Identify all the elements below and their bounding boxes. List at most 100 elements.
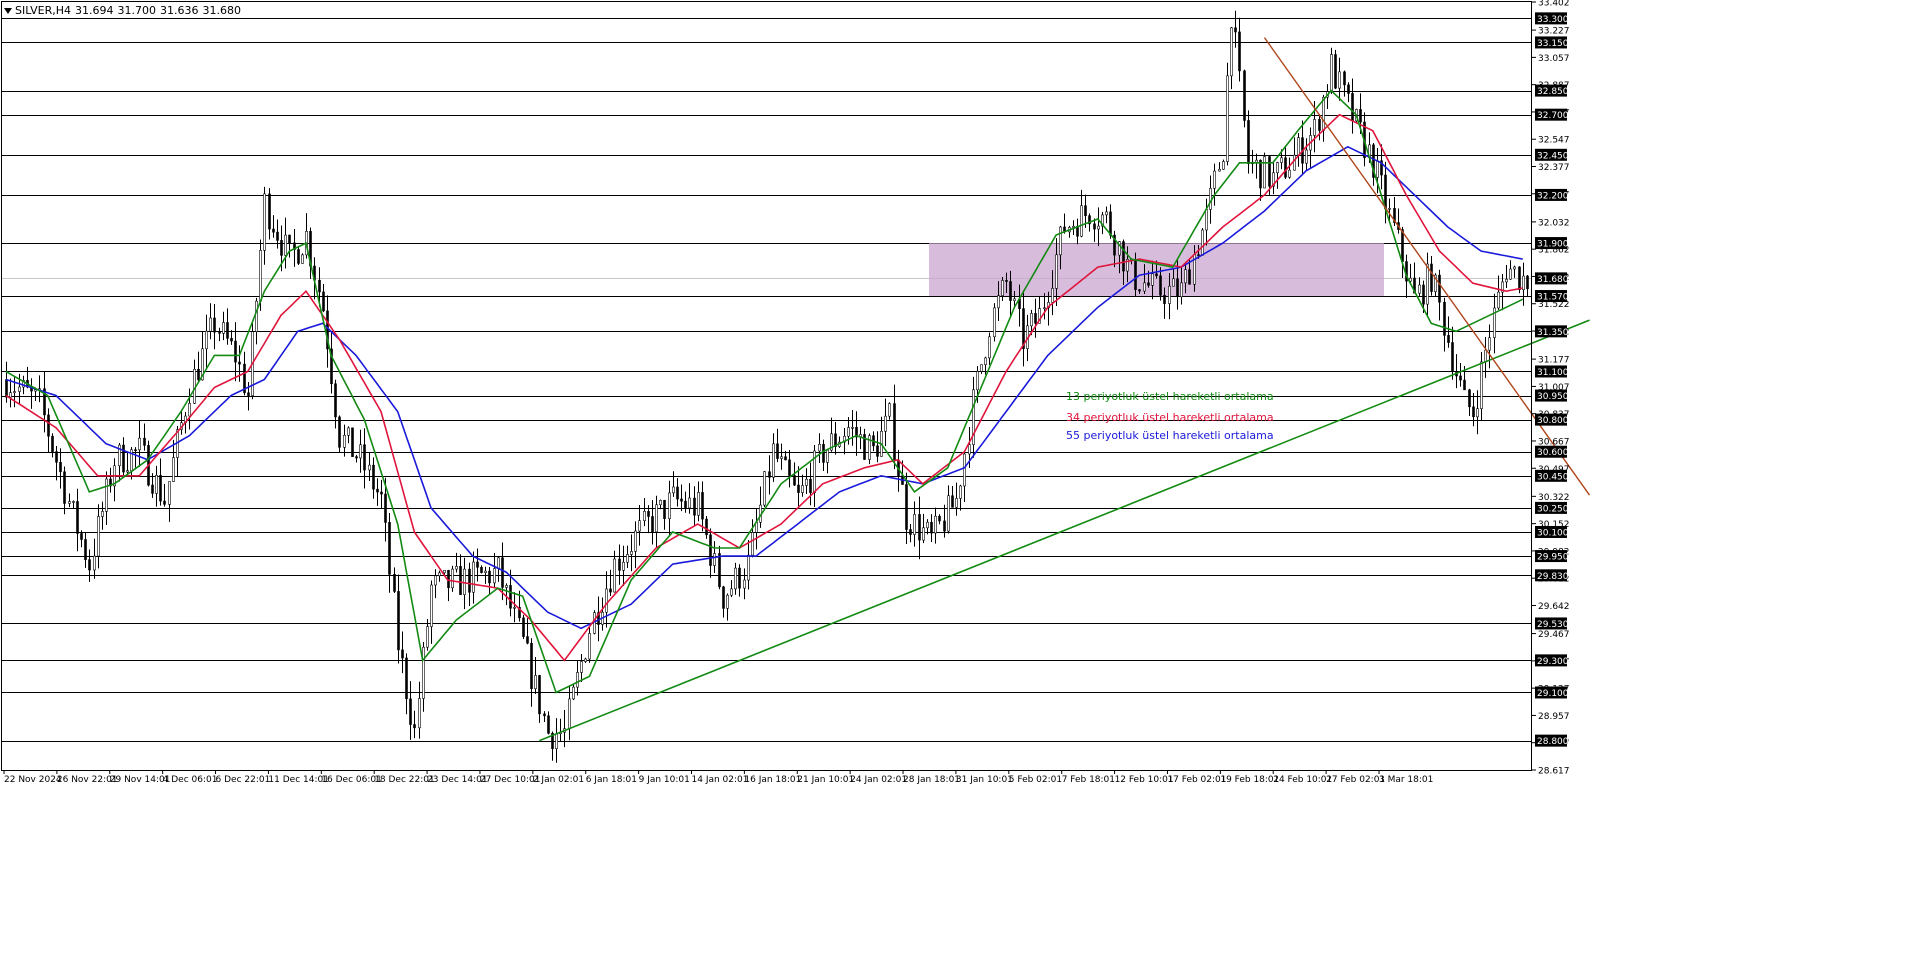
candle-body [547, 715, 550, 734]
candle-body [1330, 54, 1333, 93]
y-tick-label: 32.547 [1538, 136, 1570, 146]
candle-body [1080, 205, 1083, 237]
candle-body [1522, 275, 1525, 290]
candle-body [1505, 278, 1508, 283]
y-tick-label: 32.032 [1538, 218, 1570, 228]
candle-body [976, 371, 979, 391]
candle-body [876, 445, 879, 457]
candle-body [1222, 161, 1225, 170]
candle-body [718, 553, 721, 588]
high-value: 31.700 [117, 4, 157, 17]
candle-body [476, 561, 479, 568]
candle-body [584, 658, 587, 662]
candle-body [455, 566, 458, 570]
candle-body [368, 464, 371, 471]
candle-body [522, 617, 525, 637]
candle-body [968, 444, 971, 455]
x-tick-label: 2 Jan 02:01 [533, 775, 584, 785]
candle-body [776, 443, 779, 459]
candle-body [618, 558, 621, 571]
candle-body [801, 485, 804, 493]
candle-body [543, 713, 546, 717]
candle-body [1226, 75, 1229, 162]
candle-body [1188, 269, 1191, 285]
level-badge-label: 32.850 [1537, 87, 1569, 97]
candle-body [97, 516, 100, 557]
x-tick-label: 11 Dec 14:01 [268, 775, 329, 785]
level-badge-label: 29.830 [1537, 572, 1569, 582]
candle-body [1426, 263, 1429, 305]
candle-body [443, 569, 446, 574]
candle-body [722, 586, 725, 609]
candle-body [76, 501, 79, 534]
x-tick-label: 5 Feb 02:01 [1009, 775, 1062, 785]
candle-body [68, 501, 71, 504]
candle-body [1443, 301, 1446, 336]
candle-body [413, 724, 416, 729]
candle-body [705, 518, 708, 536]
x-tick-label: 7 Feb 18:01 [1062, 775, 1115, 785]
candle-body [788, 459, 791, 476]
candle-body [172, 457, 175, 482]
y-tick-label: 32.377 [1538, 163, 1570, 173]
level-badge-label: 28.800 [1537, 737, 1569, 747]
price-chart[interactable]: 33.40233.22733.05732.88732.71732.54732.3… [0, 0, 1916, 963]
x-tick-label: 22 Nov 2024 [4, 775, 62, 785]
candle-body [5, 379, 8, 398]
candle-body [638, 520, 641, 532]
candle-body [738, 567, 741, 589]
candle-body [1280, 157, 1283, 163]
candle-body [1013, 298, 1016, 301]
candle-body [1313, 119, 1316, 136]
candle-body [468, 568, 471, 593]
candle-body [1343, 71, 1346, 86]
symbol-info-bar[interactable]: SILVER,H4 31.694 31.700 31.636 31.680 [4, 4, 245, 17]
candle-body [1005, 280, 1008, 282]
candle-body [697, 492, 700, 516]
candle-body [963, 453, 966, 487]
candle-body [101, 511, 104, 517]
candle-body [1480, 361, 1483, 410]
candle-body [1268, 156, 1271, 187]
candle-body [688, 497, 691, 509]
candle-body [259, 250, 262, 302]
candle-body [751, 532, 754, 556]
candle-body [613, 558, 616, 593]
level-badge-label: 31.100 [1537, 368, 1569, 378]
candle-body [709, 534, 712, 566]
x-tick-label: 27 Feb 02:01 [1326, 775, 1385, 785]
candle-body [1143, 282, 1146, 292]
candle-body [568, 698, 571, 729]
candle-body [1209, 188, 1212, 210]
candle-body [151, 484, 154, 494]
collapse-arrow-icon[interactable] [4, 8, 12, 14]
candle-body [276, 231, 279, 241]
candle-body [913, 514, 916, 535]
x-tick-label: 6 Jan 18:01 [586, 775, 637, 785]
candle-body [55, 451, 58, 463]
candle-body [197, 368, 200, 381]
candle-body [1459, 375, 1462, 381]
y-tick-label: 29.642 [1538, 602, 1570, 612]
candle-body [693, 497, 696, 516]
candle-body [1288, 169, 1291, 178]
candle-body [947, 495, 950, 532]
candle-body [1305, 149, 1308, 164]
x-tick-label: 24 Feb 10:01 [1273, 775, 1332, 785]
candle-body [1376, 160, 1379, 178]
y-tick-label: 33.227 [1538, 27, 1570, 37]
candle-body [980, 364, 983, 372]
level-badge-label: 30.450 [1537, 472, 1569, 482]
candle-body [1172, 278, 1175, 287]
candle-body [84, 539, 87, 560]
price-axis[interactable]: 33.40233.22733.05732.88732.71732.54732.3… [1532, 0, 1570, 777]
candle-body [701, 492, 704, 520]
candle-body [297, 249, 300, 264]
candle-body [1051, 288, 1054, 303]
candle-body [480, 567, 483, 573]
candle-body [793, 475, 796, 486]
candle-body [405, 657, 408, 700]
candle-body [397, 591, 400, 651]
candle-body [1447, 335, 1450, 343]
candle-body [672, 486, 675, 494]
